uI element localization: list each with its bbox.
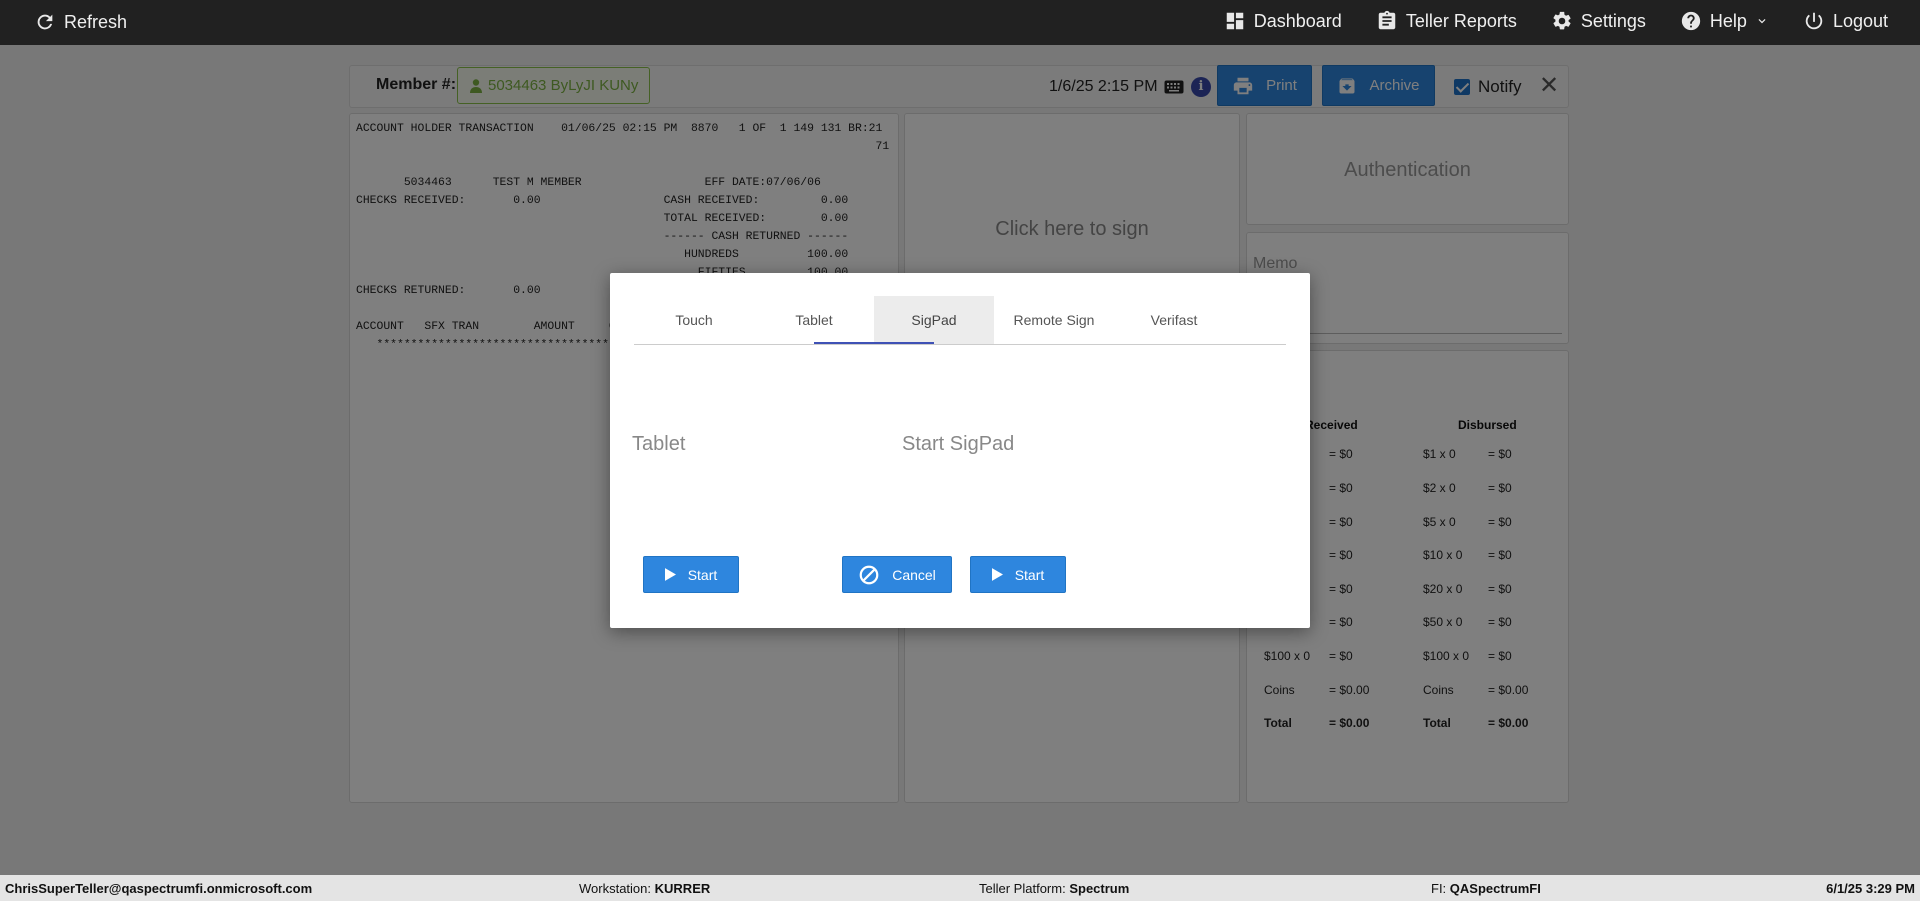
help-menu[interactable]: Help [1680,10,1769,32]
platform-value: Spectrum [1069,881,1130,896]
signature-tabs: Touch Tablet SigPad Remote Sign Verifast [634,296,1286,345]
logout-label: Logout [1832,10,1888,31]
sigpad-start-button[interactable]: Start [970,556,1066,593]
status-user: ChrisSuperTeller@qaspectrumfi.onmicrosof… [5,881,313,896]
gear-icon [1553,11,1571,30]
fi-value: QASpectrumFI [1449,881,1541,896]
status-workstation: Workstation: KURRER [579,881,710,896]
status-fi: FI: QASpectrumFI [1431,881,1541,896]
status-bar: ChrisSuperTeller@qaspectrumfi.onmicrosof… [0,875,1920,901]
help-icon [1681,11,1701,31]
tablet-start-button[interactable]: Start [643,556,739,593]
dashboard-link[interactable]: Dashboard [1224,10,1342,32]
tablet-start-label: Start [687,566,718,583]
fi-label: FI: [1431,881,1447,896]
sigpad-start-label: Start [1014,566,1045,583]
signature-method-dialog: Touch Tablet SigPad Remote Sign Verifast… [610,273,1310,628]
tab-verifast[interactable]: Verifast [1114,296,1234,344]
refresh-label: Refresh [64,11,128,32]
cancel-label: Cancel [892,566,936,583]
cancel-icon [859,565,879,584]
help-label: Help [1709,10,1747,31]
refresh-icon [37,14,53,30]
dashboard-label: Dashboard [1253,10,1342,31]
dashboard-icon [1226,12,1243,30]
play-icon [664,568,676,581]
teller-reports-label: Teller Reports [1405,10,1517,31]
top-navigation-bar: Refresh Dashboard Teller Reports Setting… [0,0,1920,45]
cancel-button[interactable]: Cancel [842,556,952,593]
logout-link[interactable]: Logout [1803,10,1888,32]
status-datetime: 6/1/25 3:29 PM [1826,881,1915,896]
workstation-value: KURRER [654,881,711,896]
tab-tablet[interactable]: Tablet [754,296,874,344]
settings-link[interactable]: Settings [1551,10,1646,32]
tablet-pane-label: Tablet [632,433,686,455]
power-icon [1805,12,1823,30]
tab-sigpad[interactable]: SigPad [874,296,994,344]
tab-remote-sign[interactable]: Remote Sign [994,296,1114,344]
settings-label: Settings [1580,10,1646,31]
status-platform: Teller Platform: Spectrum [979,881,1129,896]
workstation-label: Workstation: [579,881,652,896]
refresh-button[interactable]: Refresh [34,11,127,33]
clipboard-icon [1378,10,1396,30]
platform-label: Teller Platform: [979,881,1066,896]
tab-touch[interactable]: Touch [634,296,754,344]
tab-indicator [814,342,934,344]
teller-reports-link[interactable]: Teller Reports [1376,10,1517,32]
play-icon [991,568,1003,581]
chevron-down-icon [1758,19,1766,24]
sigpad-pane-label: Start SigPad [902,433,1015,455]
